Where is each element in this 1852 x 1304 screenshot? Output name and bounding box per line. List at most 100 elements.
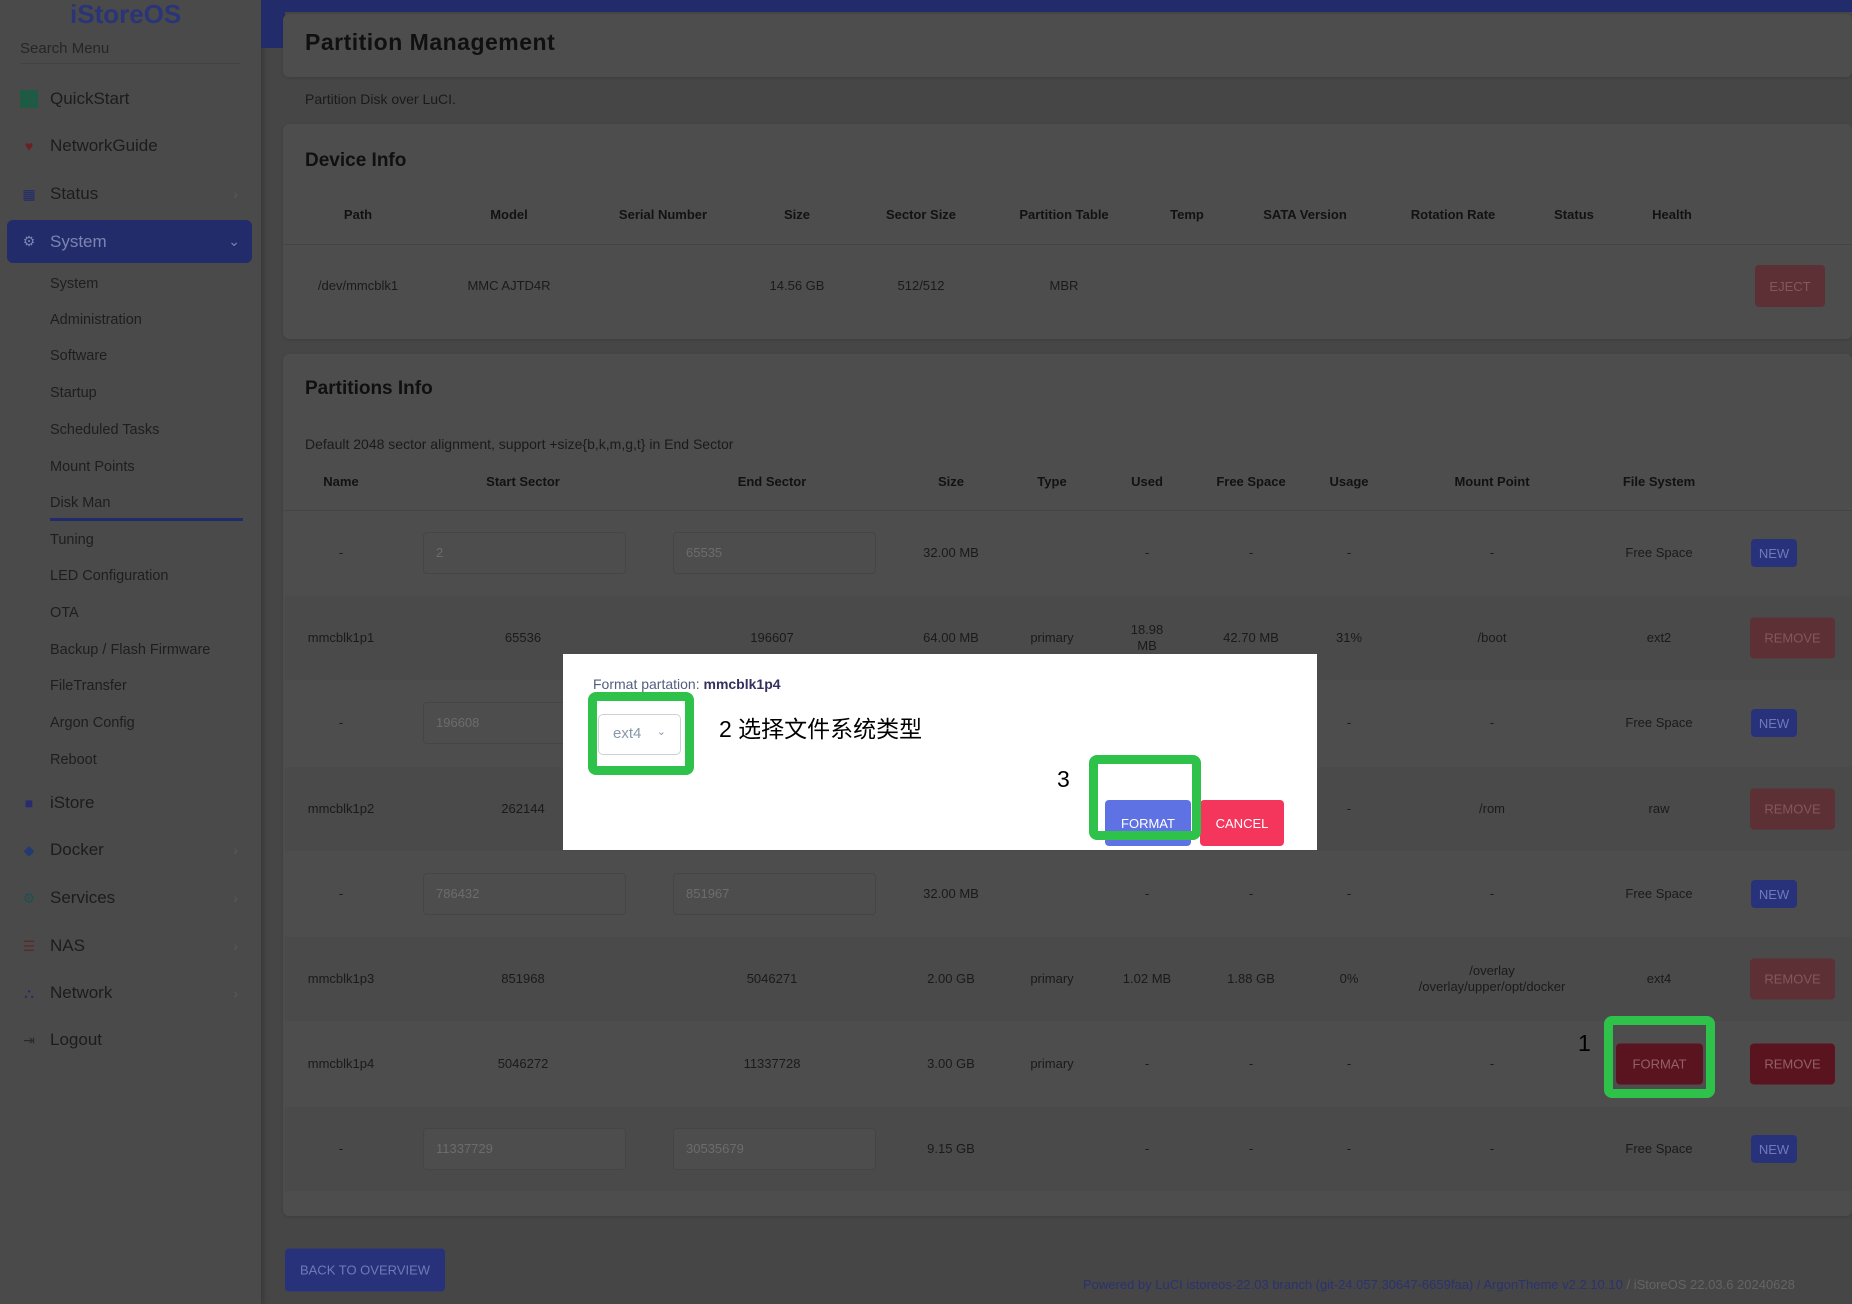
sidebar: iStoreOS Search Menu QuickStart ♥ Network… bbox=[0, 0, 261, 1304]
chevron-right-icon: › bbox=[233, 842, 238, 858]
partitions-title: Partitions Info bbox=[305, 378, 433, 399]
sidebar-item-docker[interactable]: ◆ Docker › bbox=[20, 835, 242, 865]
column-header: Type bbox=[1037, 474, 1067, 489]
new-partition-button[interactable]: NEW bbox=[1751, 709, 1797, 737]
step-3-annotation: 3 bbox=[1057, 766, 1070, 792]
eject-button[interactable]: EJECT bbox=[1755, 265, 1825, 307]
step-1-annotation: 1 bbox=[1578, 1030, 1591, 1056]
footer-theme-link[interactable]: / ArgonTheme v2.2.10.10 bbox=[1473, 1277, 1623, 1292]
sidebar-item-services[interactable]: ⚙ Services › bbox=[20, 883, 242, 913]
sidebar-subitem-backup-flash-firmware[interactable]: Backup / Flash Firmware bbox=[50, 642, 210, 658]
sidebar-item-system[interactable]: ⚙ System ⌄ bbox=[7, 220, 252, 263]
table-cell-usage: - bbox=[1346, 715, 1352, 730]
sidebar-subitem-ota[interactable]: OTA bbox=[50, 605, 79, 621]
cancel-button[interactable]: CANCEL bbox=[1200, 800, 1284, 846]
sidebar-item-status[interactable]: ▦ Status › bbox=[20, 179, 242, 209]
new-partition-button[interactable]: NEW bbox=[1751, 880, 1797, 908]
footer-os: / iStoreOS 22.03.6 20240628 bbox=[1622, 1277, 1795, 1292]
column-header: Used bbox=[1131, 474, 1163, 489]
table-cell: 512/512 bbox=[897, 278, 945, 293]
table-cell-fs: Free Space bbox=[1625, 1141, 1693, 1156]
table-cell-usage: - bbox=[1346, 1141, 1352, 1156]
column-header: Size bbox=[937, 474, 965, 489]
title-card: Partition Management bbox=[283, 14, 1852, 77]
table-cell-used: - bbox=[1144, 1141, 1150, 1156]
table-cell-size: 3.00 GB bbox=[927, 1056, 975, 1071]
table-cell-usage: 0% bbox=[1339, 971, 1359, 986]
sidebar-subitem-system[interactable]: System bbox=[50, 276, 98, 292]
sidebar-subitem-argon-config[interactable]: Argon Config bbox=[50, 715, 135, 731]
sidebar-item-network[interactable]: ⛬ Network › bbox=[20, 978, 242, 1008]
remove-button[interactable]: REMOVE bbox=[1750, 1043, 1835, 1085]
table-cell-name: - bbox=[338, 886, 344, 901]
table-cell-size: 64.00 MB bbox=[923, 630, 979, 645]
sidebar-subitem-startup[interactable]: Startup bbox=[50, 385, 97, 401]
column-header: Partition Table bbox=[1019, 207, 1109, 222]
remove-button[interactable]: REMOVE bbox=[1750, 958, 1835, 1000]
sidebar-subitem-filetransfer[interactable]: FileTransfer bbox=[50, 678, 127, 694]
table-cell: MBR bbox=[1049, 278, 1079, 293]
back-to-overview-button[interactable]: BACK TO OVERVIEW bbox=[285, 1248, 445, 1292]
network-icon: ⛬ bbox=[24, 984, 34, 1001]
remove-button[interactable]: REMOVE bbox=[1750, 617, 1835, 659]
sidebar-subitem-software[interactable]: Software bbox=[50, 348, 107, 364]
table-cell-size: 32.00 MB bbox=[923, 886, 979, 901]
new-partition-button[interactable]: NEW bbox=[1751, 539, 1797, 567]
table-cell-free: - bbox=[1248, 1056, 1254, 1071]
sidebar-subitem-reboot[interactable]: Reboot bbox=[50, 752, 97, 768]
sidebar-item-nas[interactable]: ☰ NAS › bbox=[20, 931, 242, 961]
dialog-label: Format partation: mmcblk1p4 bbox=[593, 676, 781, 692]
sidebar-subitem-disk-man[interactable]: Disk Man bbox=[50, 495, 110, 511]
sidebar-subitem-administration[interactable]: Administration bbox=[50, 312, 142, 328]
sidebar-item-istore[interactable]: ■ iStore bbox=[20, 788, 242, 818]
chevron-down-icon: ⌄ bbox=[656, 726, 666, 738]
active-indicator bbox=[50, 518, 243, 521]
new-partition-button[interactable]: NEW bbox=[1751, 1135, 1797, 1163]
table-cell-name: - bbox=[338, 715, 344, 730]
table-cell-free: 42.70 MB bbox=[1223, 630, 1279, 645]
sidebar-item-quickstart[interactable]: QuickStart bbox=[20, 84, 242, 114]
start-sector-input[interactable]: 11337729 bbox=[423, 1128, 626, 1170]
table-cell-used: 1.02 MB bbox=[1122, 971, 1172, 986]
sidebar-subitem-tuning[interactable]: Tuning bbox=[50, 532, 94, 548]
search-menu-input[interactable]: Search Menu bbox=[20, 40, 240, 64]
start-sector-input[interactable]: 786432 bbox=[423, 873, 626, 915]
sidebar-subitem-led-configuration[interactable]: LED Configuration bbox=[50, 568, 169, 584]
column-header: Free Space bbox=[1216, 474, 1286, 489]
table-cell-free: - bbox=[1248, 1141, 1254, 1156]
footer-luci-link[interactable]: Powered by LuCI istoreos-22.03 branch (g… bbox=[1083, 1277, 1473, 1292]
table-cell-mount: /overlay /overlay/upper/opt/docker bbox=[1418, 963, 1566, 994]
sidebar-subitem-scheduled-tasks[interactable]: Scheduled Tasks bbox=[50, 422, 159, 438]
format-confirm-button[interactable]: FORMAT bbox=[1105, 800, 1191, 846]
label: NetworkGuide bbox=[50, 136, 158, 155]
table-cell-type: primary bbox=[1030, 971, 1074, 986]
selected-value: ext4 bbox=[613, 725, 642, 742]
end-sector-input[interactable]: 65535 bbox=[673, 532, 876, 574]
table-cell-mount: - bbox=[1489, 886, 1495, 901]
label: NAS bbox=[50, 936, 85, 955]
table-cell-name: mmcblk1p2 bbox=[307, 801, 375, 816]
table-cell-fs: Free Space bbox=[1625, 715, 1693, 730]
format-dialog: Format partation: mmcblk1p4 ext4 ⌄ 2 选择文件… bbox=[563, 654, 1317, 850]
table-cell-size: 2.00 GB bbox=[927, 971, 975, 986]
table-cell-start: 5046272 bbox=[497, 1056, 549, 1071]
start-sector-input[interactable]: 2 bbox=[423, 532, 626, 574]
table-cell-size: 32.00 MB bbox=[923, 545, 979, 560]
remove-button[interactable]: REMOVE bbox=[1750, 788, 1835, 830]
end-sector-input[interactable]: 30535679 bbox=[673, 1128, 876, 1170]
sidebar-subitem-mount-points[interactable]: Mount Points bbox=[50, 459, 135, 475]
device-info-title: Device Info bbox=[305, 150, 407, 171]
sidebar-item-networkguide[interactable]: ♥ NetworkGuide bbox=[20, 131, 242, 161]
table-cell-fs: ext2 bbox=[1646, 630, 1672, 645]
table-cell-start: 851968 bbox=[501, 971, 545, 986]
column-header: Serial Number bbox=[618, 207, 708, 222]
end-sector-input[interactable]: 851967 bbox=[673, 873, 876, 915]
table-cell-usage: - bbox=[1346, 1056, 1352, 1071]
partition-name: mmcblk1p4 bbox=[703, 676, 781, 692]
filesystem-select[interactable]: ext4 ⌄ bbox=[598, 714, 681, 755]
gear-icon: ⚙ bbox=[22, 233, 36, 249]
table-cell-free: - bbox=[1248, 886, 1254, 901]
format-button[interactable]: FORMAT bbox=[1616, 1043, 1703, 1085]
column-header: End Sector bbox=[737, 474, 807, 489]
sidebar-item-logout[interactable]: ⇥ Logout bbox=[20, 1025, 242, 1055]
